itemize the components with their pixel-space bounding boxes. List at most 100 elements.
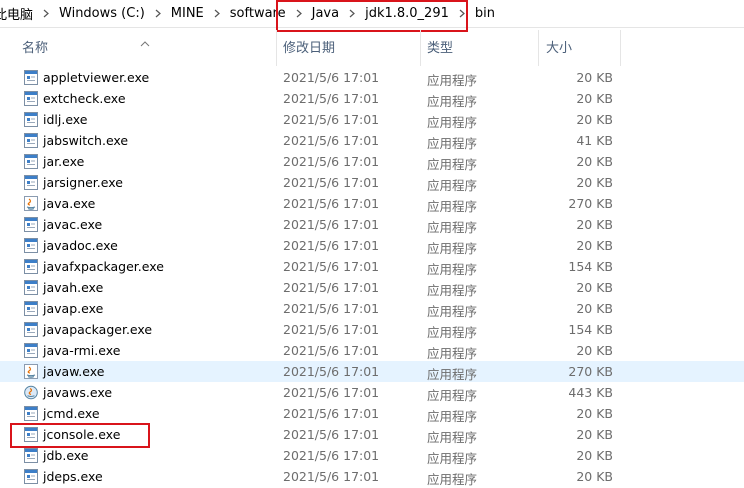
exe-icon	[24, 175, 38, 190]
file-name: jdeps.exe	[43, 469, 103, 484]
file-row[interactable]: javafxpackager.exe 2021/5/6 17:01 应用程序 154 …	[0, 256, 744, 277]
breadcrumb-java[interactable]: Java	[306, 6, 345, 21]
file-date: 2021/5/6 17:01	[283, 406, 380, 421]
file-size: 443 KB	[568, 385, 613, 400]
breadcrumb-drive[interactable]: Windows (C:)	[53, 6, 151, 21]
file-name: java-rmi.exe	[43, 343, 121, 358]
file-size: 41 KB	[576, 133, 613, 148]
chevron-right-icon[interactable]	[345, 9, 359, 18]
file-size: 20 KB	[576, 406, 613, 421]
file-type: 应用程序	[427, 472, 478, 487]
file-size: 20 KB	[576, 301, 613, 316]
file-name: jdb.exe	[43, 448, 89, 463]
file-date: 2021/5/6 17:01	[283, 175, 380, 190]
file-row[interactable]: java-rmi.exe 2021/5/6 17:01 应用程序 20 KB	[0, 340, 744, 361]
column-divider[interactable]	[620, 30, 621, 66]
file-type: 应用程序	[427, 178, 478, 193]
file-type: 应用程序	[427, 94, 478, 109]
file-size: 20 KB	[576, 469, 613, 484]
file-size: 20 KB	[576, 280, 613, 295]
file-date: 2021/5/6 17:01	[283, 364, 380, 379]
column-date[interactable]: 修改日期	[283, 30, 335, 66]
file-row[interactable]: jdb.exe 2021/5/6 17:01 应用程序 20 KB	[0, 445, 744, 466]
file-row[interactable]: javac.exe 2021/5/6 17:01 应用程序 20 KB	[0, 214, 744, 235]
exe-icon	[24, 112, 38, 127]
file-row[interactable]: javadoc.exe 2021/5/6 17:01 应用程序 20 KB	[0, 235, 744, 256]
file-row[interactable]: idlj.exe 2021/5/6 17:01 应用程序 20 KB	[0, 109, 744, 130]
file-name: javaw.exe	[43, 364, 105, 379]
file-row[interactable]: javah.exe 2021/5/6 17:01 应用程序 20 KB	[0, 277, 744, 298]
breadcrumb-jdk[interactable]: jdk1.8.0_291	[359, 6, 455, 21]
file-row[interactable]: extcheck.exe 2021/5/6 17:01 应用程序 20 KB	[0, 88, 744, 109]
file-size: 20 KB	[576, 427, 613, 442]
file-name: jconsole.exe	[43, 427, 121, 442]
file-date: 2021/5/6 17:01	[283, 91, 380, 106]
file-type: 应用程序	[427, 262, 478, 277]
exe-icon	[24, 322, 38, 337]
file-row[interactable]: jdeps.exe 2021/5/6 17:01 应用程序 20 KB	[0, 466, 744, 487]
file-type: 应用程序	[427, 430, 478, 445]
chevron-right-icon[interactable]	[39, 9, 53, 18]
file-row[interactable]: jar.exe 2021/5/6 17:01 应用程序 20 KB	[0, 151, 744, 172]
java-icon	[24, 364, 38, 379]
file-name: javapackager.exe	[43, 322, 153, 337]
chevron-right-icon[interactable]	[210, 9, 224, 18]
exe-icon	[24, 91, 38, 106]
file-type: 应用程序	[427, 241, 478, 256]
file-size: 20 KB	[576, 70, 613, 85]
file-row[interactable]: appletviewer.exe 2021/5/6 17:01 应用程序 20 KB	[0, 67, 744, 88]
file-date: 2021/5/6 17:01	[283, 301, 380, 316]
column-size[interactable]: 大小	[546, 30, 572, 66]
file-name: javap.exe	[43, 301, 104, 316]
file-row[interactable]: jcmd.exe 2021/5/6 17:01 应用程序 20 KB	[0, 403, 744, 424]
file-row[interactable]: jarsigner.exe 2021/5/6 17:01 应用程序 20 KB	[0, 172, 744, 193]
file-row[interactable]: javapackager.exe 2021/5/6 17:01 应用程序 154 KB	[0, 319, 744, 340]
breadcrumb-this-pc[interactable]: 此电脑	[0, 4, 39, 23]
file-row[interactable]: javaw.exe 2021/5/6 17:01 应用程序 270 KB	[0, 361, 744, 382]
file-list: appletviewer.exe 2021/5/6 17:01 应用程序 20 KB e…	[0, 67, 744, 487]
column-type[interactable]: 类型	[427, 30, 453, 66]
file-name: java.exe	[43, 196, 96, 211]
exe-icon	[24, 469, 38, 484]
file-name: jcmd.exe	[43, 406, 100, 421]
breadcrumb-mine[interactable]: MINE	[165, 6, 210, 21]
file-name: appletviewer.exe	[43, 70, 150, 85]
breadcrumb-bin[interactable]: bin	[469, 6, 501, 21]
file-size: 20 KB	[576, 112, 613, 127]
column-divider[interactable]	[276, 30, 277, 66]
file-date: 2021/5/6 17:01	[283, 133, 380, 148]
file-date: 2021/5/6 17:01	[283, 448, 380, 463]
file-row[interactable]: jconsole.exe 2021/5/6 17:01 应用程序 20 KB	[0, 424, 744, 445]
file-name: jar.exe	[43, 154, 85, 169]
file-date: 2021/5/6 17:01	[283, 385, 380, 400]
file-row[interactable]: javaws.exe 2021/5/6 17:01 应用程序 443 KB	[0, 382, 744, 403]
file-name: jarsigner.exe	[43, 175, 123, 190]
exe-icon	[24, 427, 38, 442]
javaws-icon	[24, 385, 38, 400]
column-name[interactable]: 名称	[22, 30, 48, 66]
file-date: 2021/5/6 17:01	[283, 112, 380, 127]
file-date: 2021/5/6 17:01	[283, 469, 380, 484]
exe-icon	[24, 133, 38, 148]
file-type: 应用程序	[427, 73, 478, 88]
file-date: 2021/5/6 17:01	[283, 427, 380, 442]
file-name: idlj.exe	[43, 112, 88, 127]
file-name: javaws.exe	[43, 385, 113, 400]
file-size: 20 KB	[576, 343, 613, 358]
file-date: 2021/5/6 17:01	[283, 259, 380, 274]
file-size: 20 KB	[576, 217, 613, 232]
file-row[interactable]: java.exe 2021/5/6 17:01 应用程序 270 KB	[0, 193, 744, 214]
chevron-right-icon[interactable]	[292, 9, 306, 18]
exe-icon	[24, 343, 38, 358]
file-row[interactable]: jabswitch.exe 2021/5/6 17:01 应用程序 41 KB	[0, 130, 744, 151]
breadcrumb-software[interactable]: software	[224, 6, 292, 21]
chevron-right-icon[interactable]	[455, 9, 469, 18]
file-date: 2021/5/6 17:01	[283, 70, 380, 85]
column-divider[interactable]	[420, 30, 421, 66]
exe-icon	[24, 238, 38, 253]
column-divider[interactable]	[538, 30, 539, 66]
chevron-right-icon[interactable]	[151, 9, 165, 18]
file-size: 20 KB	[576, 154, 613, 169]
file-row[interactable]: javap.exe 2021/5/6 17:01 应用程序 20 KB	[0, 298, 744, 319]
file-type: 应用程序	[427, 346, 478, 361]
